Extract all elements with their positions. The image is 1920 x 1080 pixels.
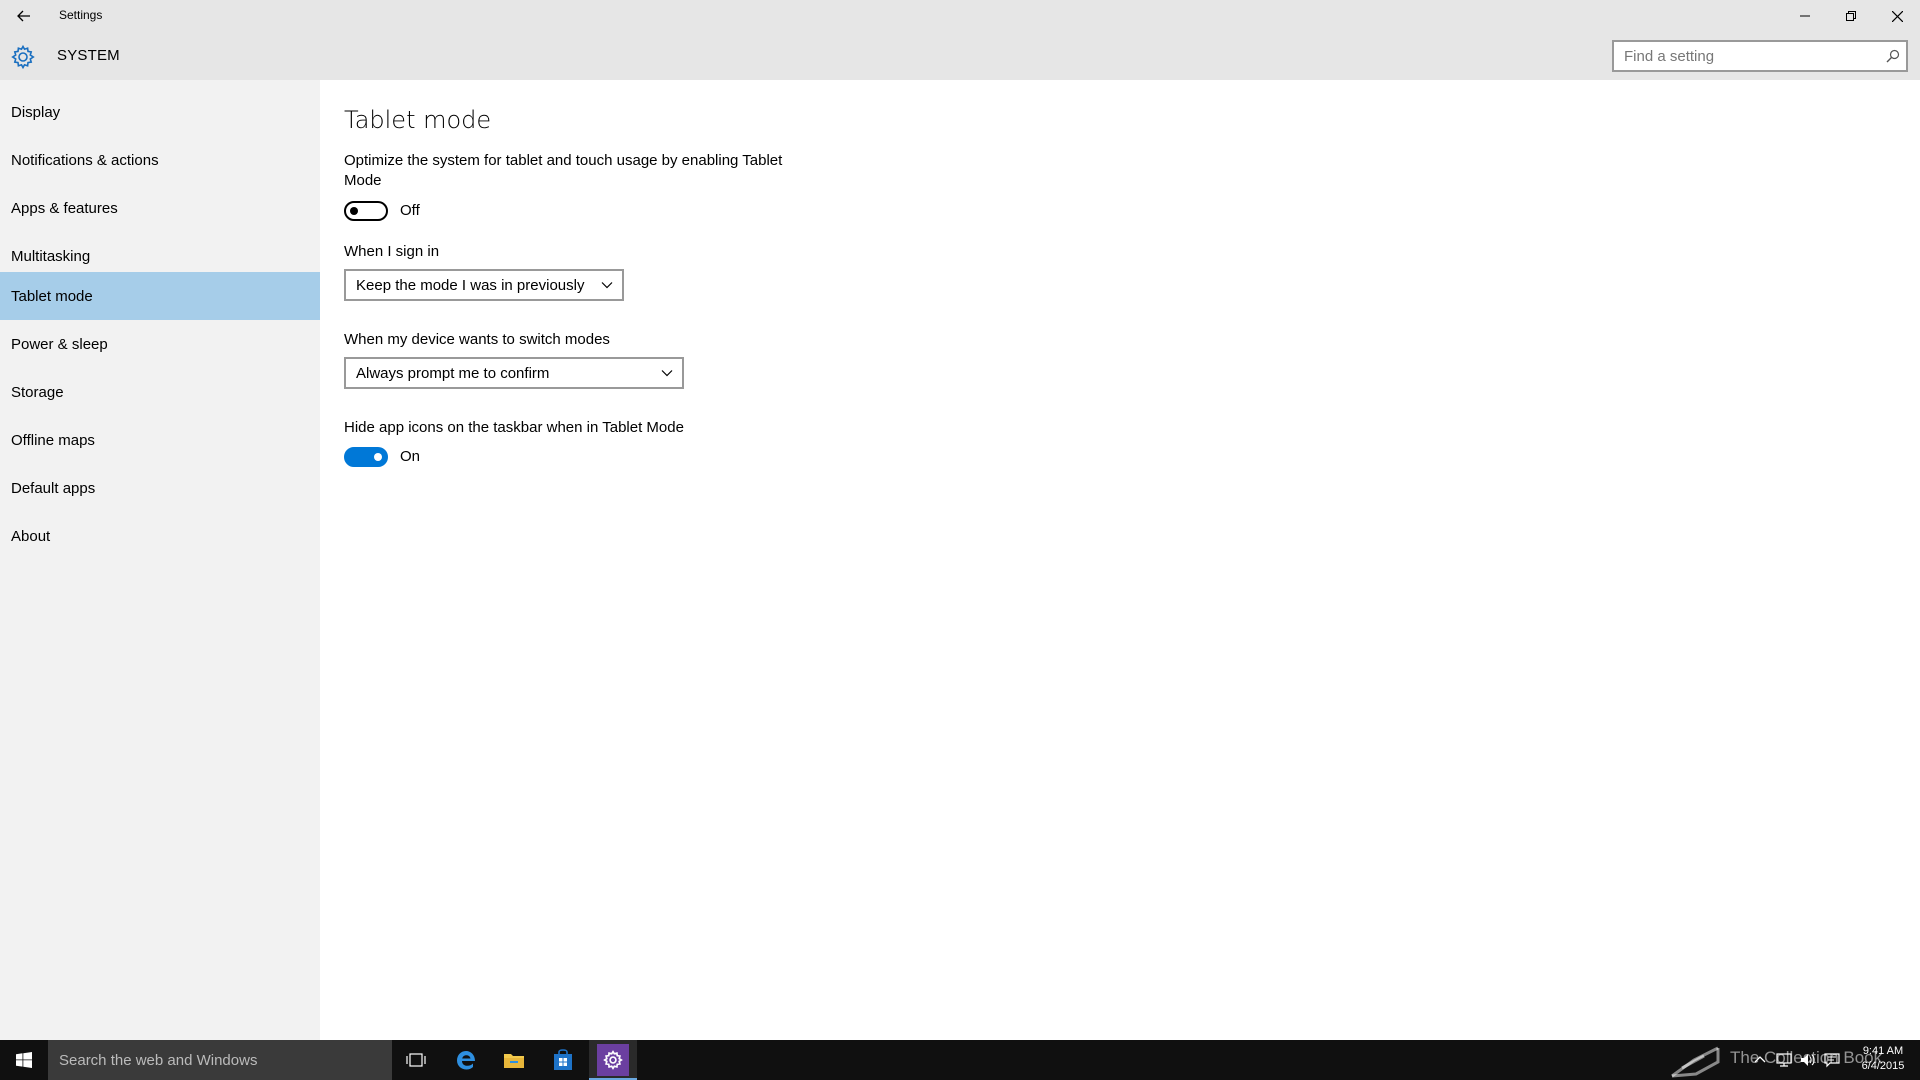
switch-modes-dropdown[interactable]: Always prompt me to confirm bbox=[344, 357, 684, 389]
chevron-down-icon bbox=[601, 282, 613, 289]
file-explorer-button[interactable] bbox=[490, 1040, 538, 1080]
edge-button[interactable] bbox=[442, 1040, 490, 1080]
toggle-knob bbox=[350, 207, 358, 215]
section-title: SYSTEM bbox=[57, 47, 120, 64]
sidebar-item-display[interactable]: Display bbox=[0, 88, 320, 136]
windows-logo-icon bbox=[16, 1052, 32, 1068]
taskbar-search-input[interactable] bbox=[48, 1040, 392, 1080]
sidebar-item-power-sleep[interactable]: Power & sleep bbox=[0, 320, 320, 368]
sidebar-item-label: Storage bbox=[11, 383, 64, 401]
toggle-knob bbox=[374, 453, 382, 461]
search-icon[interactable] bbox=[1886, 49, 1900, 63]
restore-button[interactable] bbox=[1828, 0, 1874, 32]
sidebar-item-default-apps[interactable]: Default apps bbox=[0, 464, 320, 512]
file-explorer-icon bbox=[504, 1054, 524, 1068]
store-button[interactable] bbox=[539, 1040, 587, 1080]
settings-gear-icon bbox=[603, 1050, 623, 1070]
clock-date: 6/4/2015 bbox=[1861, 1060, 1905, 1072]
sidebar-item-about[interactable]: About bbox=[0, 512, 320, 560]
tablet-mode-toggle[interactable] bbox=[344, 201, 388, 221]
minimize-icon bbox=[1800, 15, 1810, 17]
sidebar: Display Notifications & actions Apps & f… bbox=[0, 80, 320, 1040]
page-title: Tablet mode bbox=[344, 106, 492, 134]
clock[interactable]: 9:41 AM 6/4/2015 bbox=[1856, 1044, 1910, 1074]
book-icon bbox=[1671, 1046, 1720, 1078]
sidebar-item-label: Display bbox=[11, 103, 61, 121]
sidebar-item-label: Tablet mode bbox=[11, 287, 93, 305]
sidebar-item-storage[interactable]: Storage bbox=[0, 368, 320, 416]
task-view-button[interactable] bbox=[392, 1040, 440, 1080]
gear-icon bbox=[11, 45, 35, 69]
switch-modes-selected: Always prompt me to confirm bbox=[356, 364, 550, 382]
action-center-icon[interactable] bbox=[1824, 1052, 1840, 1068]
clock-time: 9:41 AM bbox=[1862, 1045, 1904, 1057]
task-view-icon bbox=[406, 1053, 426, 1067]
hide-icons-label: Hide app icons on the taskbar when in Ta… bbox=[344, 419, 684, 436]
sign-in-label: When I sign in bbox=[344, 243, 440, 260]
sidebar-item-label: Offline maps bbox=[11, 431, 95, 449]
tablet-mode-description: Optimize the system for tablet and touch… bbox=[344, 152, 783, 189]
title-bar: Settings SYSTEM bbox=[0, 0, 1920, 80]
store-icon bbox=[554, 1049, 572, 1070]
volume-icon[interactable] bbox=[1800, 1052, 1816, 1068]
restore-icon bbox=[1846, 11, 1856, 21]
edge-icon bbox=[457, 1051, 475, 1070]
chevron-up-icon[interactable] bbox=[1752, 1052, 1768, 1068]
taskbar: The Collection Book 9:41 AM 6/4/2015 bbox=[0, 1040, 1920, 1080]
tablet-mode-state: Off bbox=[400, 202, 420, 219]
settings-tile bbox=[597, 1044, 629, 1076]
back-arrow-icon bbox=[17, 10, 30, 22]
content-pane: Tablet mode Optimize the system for tabl… bbox=[320, 80, 1920, 1040]
close-button[interactable] bbox=[1874, 0, 1920, 32]
back-button[interactable] bbox=[0, 0, 48, 32]
sidebar-item-label: Power & sleep bbox=[11, 335, 108, 353]
sign-in-selected: Keep the mode I was in previously bbox=[356, 276, 585, 294]
sidebar-item-label: Apps & features bbox=[11, 199, 118, 217]
chevron-down-icon bbox=[661, 370, 673, 377]
switch-modes-label: When my device wants to switch modes bbox=[344, 331, 610, 348]
minimize-button[interactable] bbox=[1782, 0, 1828, 32]
sidebar-item-label: Notifications & actions bbox=[11, 151, 159, 169]
close-icon bbox=[1891, 10, 1903, 22]
hide-icons-toggle[interactable] bbox=[344, 447, 388, 467]
network-icon[interactable] bbox=[1776, 1052, 1792, 1068]
sidebar-item-notifications[interactable]: Notifications & actions bbox=[0, 136, 320, 184]
sidebar-item-label: About bbox=[11, 527, 51, 545]
sidebar-item-tablet-mode[interactable]: Tablet mode bbox=[0, 272, 320, 320]
taskbar-search-box[interactable] bbox=[48, 1040, 392, 1080]
sidebar-item-label: Default apps bbox=[11, 479, 96, 497]
search-input[interactable] bbox=[1614, 42, 1874, 70]
sign-in-dropdown[interactable]: Keep the mode I was in previously bbox=[344, 269, 624, 301]
settings-taskbar-button[interactable] bbox=[589, 1040, 637, 1080]
start-button[interactable] bbox=[0, 1040, 48, 1080]
hide-icons-state: On bbox=[400, 448, 421, 465]
sidebar-item-apps-features[interactable]: Apps & features bbox=[0, 184, 320, 232]
sidebar-item-label: Multitasking bbox=[11, 247, 91, 265]
app-title: Settings bbox=[59, 8, 103, 22]
find-setting-search[interactable] bbox=[1612, 40, 1908, 72]
sidebar-item-offline-maps[interactable]: Offline maps bbox=[0, 416, 320, 464]
